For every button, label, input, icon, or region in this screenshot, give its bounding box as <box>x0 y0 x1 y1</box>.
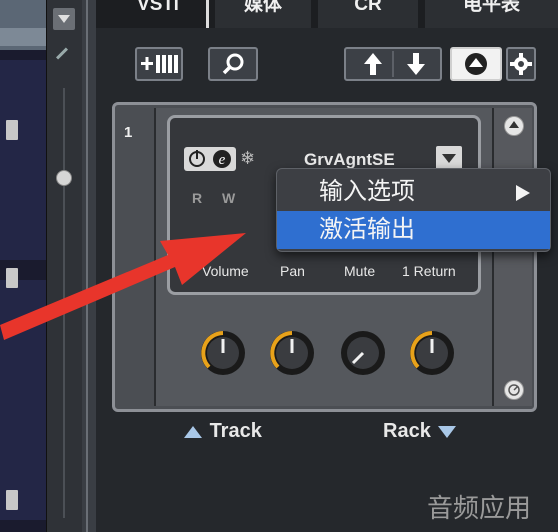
tab-vsti[interactable]: VSTi <box>110 0 209 28</box>
return-knob[interactable] <box>409 330 455 376</box>
rack-label: Rack <box>383 420 431 442</box>
ruler <box>0 0 46 50</box>
add-instrument-icon <box>141 55 178 73</box>
menu-item-input-options[interactable]: 输入选项 <box>277 173 550 211</box>
annotation-arrow <box>0 233 246 340</box>
power-edit-buttons: e <box>184 147 236 171</box>
collapse-slot-button[interactable] <box>504 116 524 136</box>
pencil-icon[interactable] <box>55 47 69 60</box>
mute-knob[interactable] <box>340 330 386 376</box>
edit-icon <box>508 384 520 396</box>
triangle-down-icon <box>438 425 457 438</box>
context-menu: 输入选项 激活输出 <box>276 168 551 252</box>
edit-instrument-icon[interactable]: e <box>213 150 231 168</box>
menu-item-label: 激活输出 <box>319 216 415 243</box>
chevron-up-icon <box>509 121 519 128</box>
collapse-all-button[interactable] <box>450 47 502 81</box>
settings-button[interactable] <box>506 47 536 81</box>
tab-meter[interactable]: 电平表 <box>425 0 558 28</box>
return-label: 1 Return <box>402 263 456 279</box>
collapse-all-icon <box>465 53 487 75</box>
rack-toggle[interactable]: Rack <box>383 420 458 443</box>
arrow-down-icon[interactable] <box>407 53 425 75</box>
read-automation-button[interactable]: R <box>192 190 202 206</box>
search-icon <box>222 53 244 75</box>
freeze-icon[interactable]: ❄ <box>240 148 255 169</box>
mute-label: Mute <box>344 263 376 279</box>
plugin-name[interactable]: GrvAgntSE <box>304 150 395 170</box>
triangle-up-icon <box>184 425 202 438</box>
zoom-slider-handle[interactable] <box>56 170 72 186</box>
chevron-down-icon[interactable] <box>436 146 462 170</box>
slot-number: 1 <box>124 124 133 141</box>
submenu-arrow-icon <box>516 185 530 201</box>
chevron-down-icon[interactable] <box>53 8 75 30</box>
power-icon[interactable] <box>189 150 205 167</box>
gear-icon <box>510 53 532 75</box>
track-event[interactable] <box>6 490 18 510</box>
move-buttons <box>344 47 442 81</box>
svg-text:e: e <box>219 152 226 168</box>
menu-item-label: 输入选项 <box>319 178 415 205</box>
search-button[interactable] <box>208 47 258 81</box>
tab-cr[interactable]: CR <box>318 0 418 28</box>
track-event[interactable] <box>6 120 18 140</box>
track-toggle[interactable]: Track <box>182 420 262 443</box>
pan-label: Pan <box>280 263 305 279</box>
pan-knob[interactable] <box>269 330 315 376</box>
watermark: 音频应用 <box>427 493 532 523</box>
menu-item-activate-output[interactable]: 激活输出 <box>277 211 550 249</box>
add-instrument-button[interactable] <box>135 47 183 81</box>
write-automation-button[interactable]: W <box>222 190 235 206</box>
edit-slot-button[interactable] <box>504 380 524 400</box>
arrow-up-icon[interactable] <box>364 53 382 75</box>
track-label: Track <box>209 420 262 442</box>
rack-side-controls <box>494 108 532 406</box>
tab-media[interactable]: 媒体 <box>215 0 311 28</box>
